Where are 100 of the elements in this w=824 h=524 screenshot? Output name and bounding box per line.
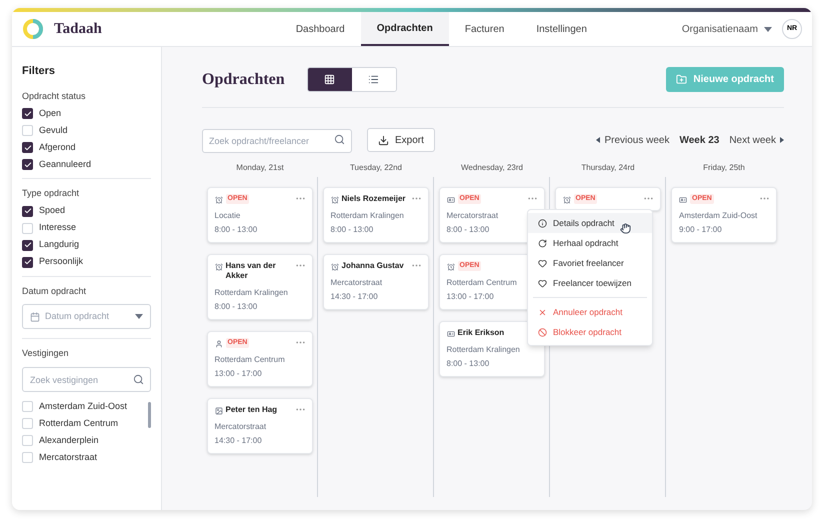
more-icon[interactable] <box>528 197 536 200</box>
folder-icon <box>676 74 688 85</box>
filter-heading: Vestigingen <box>22 347 70 360</box>
card-time: 8:00 - 13:00 <box>446 358 490 370</box>
card-location: Rotterdam Kralingen <box>214 287 289 299</box>
checkbox-label: Spoed <box>39 204 66 218</box>
logo-icon <box>22 18 44 40</box>
previous-week-link[interactable]: Previous week <box>596 132 670 148</box>
checkbox-label: Rotterdam Centrum <box>39 416 118 430</box>
card-time: 14:30 - 17:00 <box>330 291 379 303</box>
card-time: 13:00 - 17:00 <box>214 368 263 380</box>
export-button[interactable]: Export <box>367 128 435 152</box>
checkbox[interactable] <box>22 222 33 234</box>
checkbox[interactable] <box>22 418 33 429</box>
checkbox-label: Mercatorstraat <box>39 450 98 464</box>
card-icon <box>446 330 454 338</box>
checkbox[interactable] <box>22 401 33 412</box>
calendar-icon <box>30 312 40 322</box>
checkbox-label: Langdurig <box>39 238 80 252</box>
grid-view-button[interactable] <box>308 68 352 91</box>
card-location: Mercatorstraat <box>446 210 500 222</box>
next-week-link[interactable]: Next week <box>729 132 784 148</box>
checkbox[interactable] <box>22 142 33 153</box>
heart-icon <box>538 258 547 268</box>
day-header: Monday, 21st <box>236 162 284 174</box>
sidebar-title: Filters <box>22 64 56 79</box>
alarm-icon <box>562 196 570 204</box>
repeat-icon <box>538 238 547 248</box>
list-view-button[interactable] <box>352 68 396 91</box>
assignment-card[interactable]: Peter ten Hag Mercatorstraat 14:30 - 17:00 <box>206 398 312 454</box>
download-icon <box>378 134 389 146</box>
location-search-field[interactable]: Zoek vestigingen <box>22 367 151 392</box>
more-icon[interactable] <box>644 197 652 200</box>
pointer-cursor-icon <box>620 223 631 234</box>
checkbox-label: Afgerond <box>39 140 76 154</box>
checkbox-label: Alexanderplein <box>39 434 99 447</box>
checkbox-label: Gevuld <box>39 124 68 137</box>
nav-tab[interactable]: Dashboard <box>280 12 361 46</box>
checkbox[interactable] <box>22 108 33 119</box>
card-time: 14:30 - 17:00 <box>214 435 263 447</box>
card-time: 8:00 - 13:00 <box>214 301 258 313</box>
assignment-card[interactable]: Johanna Gustav Mercatorstraat 14:30 - 17:00 <box>322 254 428 310</box>
day-header: Tuesday, 22nd <box>350 162 402 174</box>
cancel-icon <box>538 308 547 316</box>
more-icon[interactable] <box>296 408 304 411</box>
alarm-icon <box>214 196 222 204</box>
page-title: Opdrachten <box>202 70 285 90</box>
freelancer-name: Peter ten Hag <box>226 405 278 415</box>
search-icon <box>133 374 144 384</box>
checkbox[interactable] <box>22 435 33 446</box>
card-location: Locatie <box>214 210 242 222</box>
assignment-card[interactable]: Erik Erikson Rotterdam Kralingen 8:00 - 13:00 <box>438 321 544 377</box>
nav-tab[interactable]: Facturen <box>448 12 520 46</box>
freelancer-name: Niels Rozemeijer <box>342 194 406 204</box>
checkbox-label: Amsterdam Zuid-Oost <box>39 400 128 413</box>
card-location: Rotterdam Kralingen <box>446 344 521 356</box>
more-icon[interactable] <box>296 341 304 344</box>
more-icon[interactable] <box>760 197 769 200</box>
checkbox[interactable] <box>22 452 33 463</box>
checkbox-label: Open <box>39 106 62 120</box>
nav-tab[interactable]: Instellingen <box>520 12 603 46</box>
more-icon[interactable] <box>412 197 420 200</box>
checkbox-label: Persoonlijk <box>39 255 84 268</box>
scrollbar[interactable] <box>148 402 151 428</box>
menu-item[interactable]: Details opdracht <box>528 213 652 233</box>
checkbox-label: Geannuleerd <box>39 158 92 171</box>
checkbox-label: Interesse <box>39 221 76 234</box>
card-location: Mercatorstraat <box>214 421 268 433</box>
checkbox[interactable] <box>22 125 33 136</box>
alarm-icon <box>330 196 338 204</box>
heart-icon <box>538 278 547 288</box>
person-icon <box>214 340 222 348</box>
brand-name: Tadaah <box>54 20 102 39</box>
search-field[interactable]: Zoek opdracht/freelancer <box>202 128 352 152</box>
card-time: 8:00 - 13:00 <box>446 224 490 236</box>
day-header: Thursday, 24rd <box>581 162 635 174</box>
day-header: Friday, 25th <box>703 162 745 174</box>
organisation-dropdown[interactable]: Organisatienaam <box>682 22 772 36</box>
card-icon <box>446 196 454 204</box>
checkbox[interactable] <box>22 159 33 170</box>
checkbox[interactable] <box>22 206 33 216</box>
card-time: 8:00 - 13:00 <box>330 224 374 236</box>
card-location: Mercatorstraat <box>330 277 384 289</box>
assignment-card[interactable]: Niels Rozemeijer Rotterdam Kralingen 8:00 - 13:00 <box>322 187 428 243</box>
nav-tab[interactable]: Opdrachten <box>360 12 449 46</box>
card-location: Rotterdam Centrum <box>446 277 518 289</box>
checkbox[interactable] <box>22 240 33 250</box>
card-time: 8:00 - 13:00 <box>214 224 258 236</box>
more-icon[interactable] <box>296 197 304 200</box>
assignment-card[interactable]: Hans van der Akker Rotterdam Kralingen 8:00 - 13:00 <box>206 254 312 320</box>
alarm-icon <box>214 263 222 271</box>
card-time: 13:00 - 17:00 <box>446 291 495 303</box>
alarm-icon <box>446 263 454 271</box>
card-location: Rotterdam Centrum <box>214 354 286 366</box>
more-icon[interactable] <box>412 264 420 267</box>
checkbox[interactable] <box>22 256 33 268</box>
filter-heading: Opdracht status <box>22 90 87 103</box>
info-icon <box>538 218 547 228</box>
list-icon <box>368 74 380 85</box>
more-icon[interactable] <box>296 264 304 267</box>
